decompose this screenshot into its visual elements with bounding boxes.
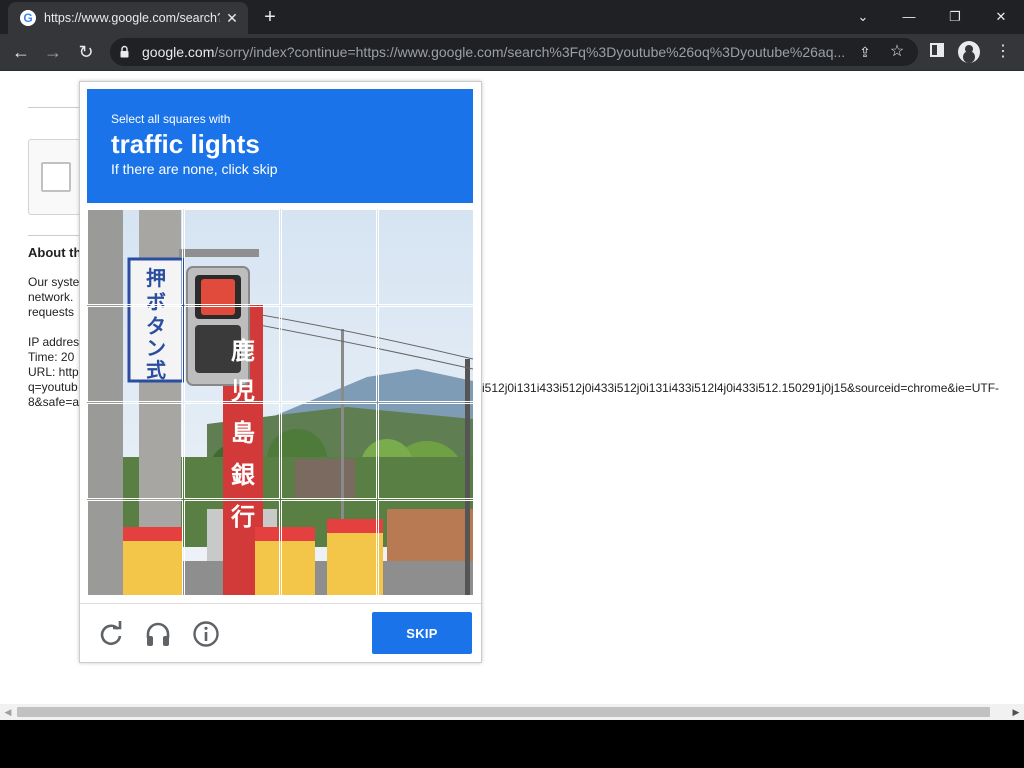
grid-tile-12[interactable] [378, 403, 473, 499]
close-window-button[interactable]: ✕ [978, 4, 1024, 30]
grid-tile-6[interactable] [184, 306, 280, 402]
grid-tile-9[interactable] [87, 403, 183, 499]
url-safe-line: 8&safe=a [28, 395, 80, 409]
grid-tile-14[interactable] [184, 500, 280, 595]
reload-icon[interactable]: ↻ [73, 40, 99, 64]
grid-tile-3[interactable] [281, 209, 377, 305]
info-text-line: requests [28, 305, 75, 319]
challenge-target: traffic lights [111, 129, 260, 159]
scrollbar-thumb[interactable] [17, 707, 990, 717]
footer-divider [80, 603, 481, 604]
grid-tile-15[interactable] [281, 500, 377, 595]
scroll-right-icon[interactable]: ▶ [1010, 704, 1022, 720]
horizontal-scrollbar[interactable]: ◀ ▶ [0, 704, 1024, 720]
recaptcha-checkbox[interactable] [41, 162, 71, 192]
grid-tile-1[interactable] [87, 209, 183, 305]
lock-icon[interactable] [120, 45, 129, 58]
browser-toolbar: ← → ↻ google.com/sorry/index?continue=ht… [0, 34, 1024, 71]
info-text-line: network. [28, 290, 74, 304]
grid-tile-7[interactable] [281, 306, 377, 402]
taskbar-area [0, 720, 1024, 768]
ip-address-line: IP addres [28, 335, 80, 349]
time-line: Time: 20 [28, 350, 75, 364]
tab-title: https://www.google.com/search?q=youtube [44, 11, 220, 25]
close-tab-icon[interactable]: ✕ [224, 10, 240, 26]
challenge-subtext: If there are none, click skip [111, 161, 278, 177]
side-panel-icon[interactable] [926, 41, 948, 63]
grid-tile-4[interactable] [378, 209, 473, 305]
recaptcha-challenge-dialog: Select all squares with traffic lights I… [79, 81, 482, 663]
tab-strip: G https://www.google.com/search?q=youtub… [0, 0, 1024, 34]
star-icon[interactable]: ☆ [888, 42, 906, 62]
reload-icon[interactable] [97, 620, 125, 648]
url-query-line: q=youtub [28, 380, 78, 394]
grid-tile-8[interactable] [378, 306, 473, 402]
challenge-image-grid: 押 ボ タ ン 式 鹿 児 島 銀 行 [87, 209, 473, 595]
info-icon[interactable] [192, 620, 220, 648]
skip-button[interactable]: SKIP [372, 612, 472, 654]
restore-button[interactable]: ❐ [932, 4, 978, 30]
new-tab-button[interactable]: + [258, 6, 282, 28]
google-favicon-icon: G [20, 10, 36, 26]
grid-tile-16[interactable] [378, 500, 473, 595]
headphones-icon[interactable] [144, 620, 172, 648]
menu-icon[interactable]: ⋮ [992, 41, 1014, 63]
tab-search-icon[interactable]: ⌄ [840, 4, 886, 30]
back-icon[interactable]: ← [8, 40, 34, 64]
profile-icon[interactable] [958, 41, 980, 63]
divider [28, 235, 80, 236]
challenge-header: Select all squares with traffic lights I… [87, 89, 473, 203]
challenge-instruction: Select all squares with [111, 112, 231, 126]
grid-tile-2[interactable] [184, 209, 280, 305]
url-query-continuation: i512j0i131i433i512j0i433i512j0i131i433i5… [482, 381, 1000, 395]
share-icon[interactable]: ⇪ [856, 43, 874, 61]
scroll-left-icon[interactable]: ◀ [2, 704, 14, 720]
minimize-button[interactable]: — [886, 4, 932, 30]
url-text[interactable]: google.com/sorry/index?continue=https://… [142, 44, 852, 62]
grid-tile-13[interactable] [87, 500, 183, 595]
forward-icon[interactable]: → [40, 40, 66, 64]
grid-tile-11[interactable] [281, 403, 377, 499]
browser-tab[interactable]: G https://www.google.com/search?q=youtub… [8, 2, 248, 34]
url-line: URL: http [28, 365, 79, 379]
grid-tile-10[interactable] [184, 403, 280, 499]
info-text-line: Our syste [28, 275, 80, 289]
grid-tile-5[interactable] [87, 306, 183, 402]
address-bar[interactable]: google.com/sorry/index?continue=https://… [110, 38, 918, 66]
divider [28, 107, 80, 108]
